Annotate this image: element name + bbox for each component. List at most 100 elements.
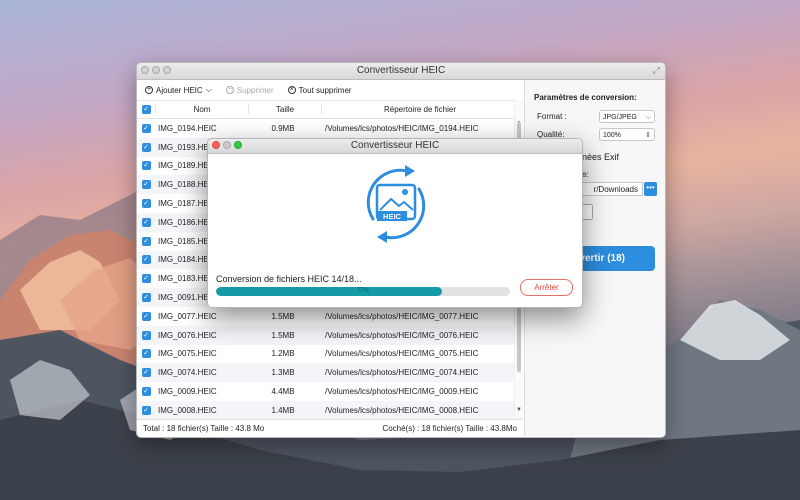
select-all-cell: ✓ [137, 104, 155, 114]
row-size: 1.2MB [271, 349, 295, 359]
delete-button[interactable]: − Supprimer [225, 85, 274, 95]
zoom-window-button[interactable] [163, 66, 171, 74]
dialog-titlebar: Convertisseur HEIC [208, 139, 582, 154]
row-directory: /Volumes/lcs/photos/HEIC/IMG_0075.HEIC [325, 349, 479, 359]
dialog-minimize-button[interactable] [223, 141, 231, 149]
row-name: IMG_0074.HEIC [158, 368, 217, 378]
row-checkbox[interactable]: ✓ [141, 217, 151, 227]
row-checkbox[interactable]: ✓ [141, 368, 151, 378]
row-check-cell: ✓ [137, 142, 155, 152]
row-checkbox[interactable]: ✓ [141, 161, 151, 171]
row-checkbox[interactable]: ✓ [141, 274, 151, 284]
row-directory: /Volumes/lcs/photos/HEIC/IMG_0076.HEIC [325, 330, 479, 340]
row-name: IMG_0009.HEIC [158, 387, 217, 397]
delete-label: Supprimer [236, 85, 274, 95]
table-row[interactable]: ✓ IMG_0009.HEIC 4.4MB/Volumes/lcs/photos/H… [137, 382, 523, 401]
minus-icon: − [225, 86, 234, 94]
row-check-cell: ✓ [137, 349, 155, 359]
row-checkbox[interactable]: ✓ [141, 180, 151, 190]
conversion-status: Conversion de fichiers HEIC 14/18... [216, 274, 362, 284]
row-name: IMG_0075.HEIC [158, 349, 217, 359]
row-checkbox[interactable]: ✓ [141, 142, 151, 152]
row-check-cell: ✓ [137, 161, 155, 171]
add-heic-button[interactable]: + Ajouter HEIC ⌵ [145, 85, 212, 95]
chevron-down-icon: ⌵ [645, 114, 651, 121]
row-check-cell: ✓ [137, 217, 155, 227]
table-header: ✓ Nom Taille Répertoire de fichier [137, 100, 523, 119]
dialog-title: Convertisseur HEIC [350, 140, 440, 151]
row-checkbox[interactable]: ✓ [141, 293, 151, 303]
plus-icon: + [145, 86, 153, 94]
window-controls [141, 66, 171, 74]
row-checkbox[interactable]: ✓ [141, 123, 151, 133]
stop-button[interactable]: Arrêter [520, 279, 573, 296]
conversion-dialog: Convertisseur HEIC HEIC Conversion de fi… [207, 138, 583, 308]
row-name: IMG_0194.HEIC [158, 123, 217, 133]
dialog-zoom-button[interactable] [234, 141, 242, 149]
row-directory: /Volumes/lcs/photos/HEIC/IMG_0009.HEIC [325, 387, 479, 397]
main-titlebar: Convertisseur HEIC ⤢ [137, 63, 665, 80]
row-check-cell: ✓ [137, 368, 155, 378]
heic-icon-label: HEIC [383, 212, 402, 221]
format-select[interactable]: JPG/JPEG ⌵ [599, 110, 655, 123]
row-check-cell: ✓ [137, 293, 155, 303]
header-directory[interactable]: Répertoire de fichier [321, 104, 518, 114]
row-size: 4.4MB [271, 387, 295, 397]
row-name: IMG_0008.HEIC [158, 405, 217, 415]
table-row[interactable]: ✓ IMG_0077.HEIC 1.5MB/Volumes/lcs/photos/H… [137, 307, 523, 326]
row-name: IMG_0077.HEIC [158, 311, 217, 321]
total-summary: Total : 18 fichier(s) Taille : 43.8 Mo [143, 424, 265, 433]
quality-stepper[interactable]: 100% ⇕ [599, 128, 655, 141]
quality-value: 100% [603, 132, 621, 139]
row-checkbox[interactable]: ✓ [141, 330, 151, 340]
table-row[interactable]: ✓ IMG_0074.HEIC 1.3MB/Volumes/lcs/photos/H… [137, 363, 523, 383]
row-size: 1.5MB [271, 330, 295, 340]
row-checkbox[interactable]: ✓ [141, 236, 151, 246]
settings-title: Paramètres de conversion: [534, 93, 637, 102]
heic-convert-icon: HEIC [366, 165, 426, 243]
row-check-cell: ✓ [137, 123, 155, 133]
dialog-close-button[interactable] [212, 141, 220, 149]
close-window-button[interactable] [141, 66, 149, 74]
checked-summary: Coché(s) : 18 fichier(s) Taille : 43.8Mo [382, 424, 517, 433]
add-heic-label: Ajouter HEIC [156, 85, 203, 95]
delete-all-label: Tout supprimer [298, 85, 352, 95]
table-row[interactable]: ✓ IMG_0194.HEIC 0.9MB/Volumes/lcs/photos/H… [137, 119, 523, 138]
row-directory: /Volumes/lcs/photos/HEIC/IMG_0194.HEIC [325, 123, 479, 133]
select-all-checkbox[interactable]: ✓ [141, 104, 151, 114]
header-size[interactable]: Taille [248, 104, 321, 114]
chevron-down-icon: ⌵ [205, 85, 212, 94]
x-icon: × [287, 86, 296, 94]
row-checkbox[interactable]: ✓ [141, 405, 151, 415]
delete-all-button[interactable]: × Tout supprimer [287, 85, 352, 95]
row-check-cell: ✓ [137, 387, 155, 397]
table-row[interactable]: ✓ IMG_0075.HEIC 1.2MB/Volumes/lcs/photos/H… [137, 345, 523, 364]
row-checkbox[interactable]: ✓ [141, 199, 151, 209]
row-size: 1.4MB [271, 405, 295, 415]
fullscreen-icon[interactable]: ⤢ [653, 66, 660, 75]
row-check-cell: ✓ [137, 236, 155, 246]
dialog-window-controls [212, 141, 242, 149]
format-label: Format : [537, 112, 567, 121]
row-directory: /Volumes/lcs/photos/HEIC/IMG_0077.HEIC [325, 311, 479, 321]
scroll-down-icon[interactable]: ▼ [516, 407, 522, 413]
row-check-cell: ✓ [137, 274, 155, 284]
progress-percent: 77% [356, 288, 369, 294]
status-footer: Total : 18 fichier(s) Taille : 43.8 Mo C… [137, 419, 523, 437]
format-value: JPG/JPEG [603, 114, 637, 121]
header-name[interactable]: Nom [155, 104, 248, 114]
row-checkbox[interactable]: ✓ [141, 349, 151, 359]
row-size: 0.9MB [271, 123, 295, 133]
browse-button[interactable]: ••• [644, 182, 657, 196]
minimize-window-button[interactable] [152, 66, 160, 74]
row-checkbox[interactable]: ✓ [141, 387, 151, 397]
row-checkbox[interactable]: ✓ [141, 255, 151, 265]
row-checkbox[interactable]: ✓ [141, 311, 151, 321]
row-size: 1.3MB [271, 368, 295, 378]
stepper-icon[interactable]: ⇕ [645, 129, 651, 142]
row-check-cell: ✓ [137, 180, 155, 190]
row-check-cell: ✓ [137, 311, 155, 321]
table-row[interactable]: ✓ IMG_0008.HEIC 1.4MB/Volumes/lcs/photos/H… [137, 400, 523, 420]
row-check-cell: ✓ [137, 255, 155, 265]
table-row[interactable]: ✓ IMG_0076.HEIC 1.5MB/Volumes/lcs/photos/H… [137, 325, 523, 345]
